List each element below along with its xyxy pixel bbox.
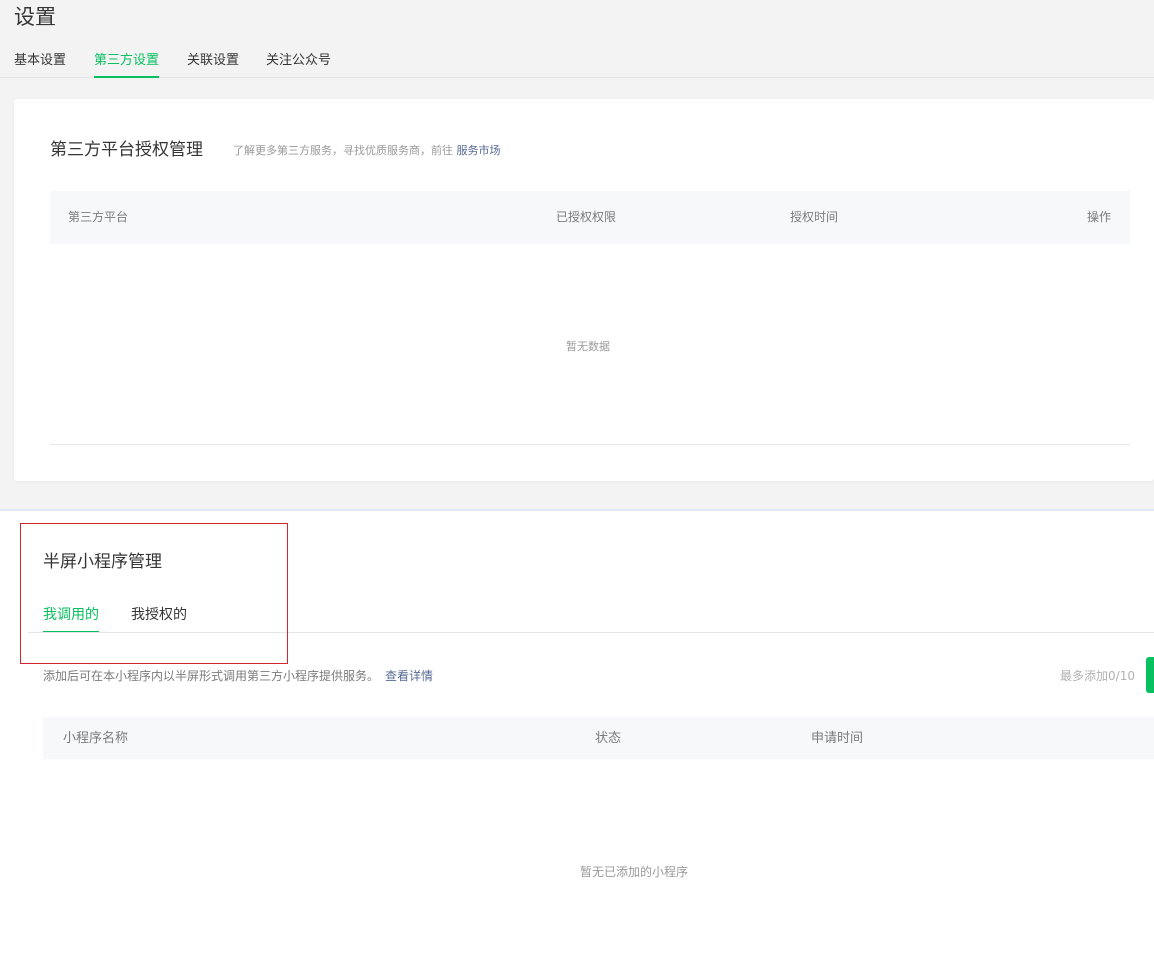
half-screen-tip-text: 添加后可在本小程序内以半屏形式调用第三方小程序提供服务。 <box>43 669 380 683</box>
tab-basic-settings[interactable]: 基本设置 <box>14 52 66 70</box>
half-screen-section-title: 半屏小程序管理 <box>43 552 162 572</box>
column-header-permissions: 已授权权限 <box>556 210 617 224</box>
tab-my-authorizations[interactable]: 我授权的 <box>131 606 187 624</box>
third-party-table-header: 第三方平台 已授权权限 授权时间 操作 <box>50 191 1130 244</box>
column-header-status: 状态 <box>595 731 622 746</box>
column-header-auth-time: 授权时间 <box>790 210 839 224</box>
half-screen-tip: 添加后可在本小程序内以半屏形式调用第三方小程序提供服务。 查看详情 <box>43 668 433 684</box>
tab-third-party-settings[interactable]: 第三方设置 <box>94 52 160 78</box>
tab-association-settings[interactable]: 关联设置 <box>187 52 239 70</box>
page-title: 设置 <box>14 5 56 29</box>
tab-my-calls[interactable]: 我调用的 <box>43 606 99 633</box>
third-party-section-title: 第三方平台授权管理 <box>50 140 203 160</box>
add-miniprogram-button[interactable] <box>1146 657 1154 693</box>
third-party-tip-text: 了解更多第三方服务，寻找优质服务商，前往 <box>233 144 453 157</box>
table-divider <box>50 444 1130 445</box>
service-market-link[interactable]: 服务市场 <box>457 144 501 157</box>
third-party-empty-state: 暂无数据 <box>566 340 610 353</box>
column-header-actions: 操作 <box>1087 210 1112 224</box>
top-tabs: 基本设置 第三方设置 关联设置 关注公众号 <box>0 50 1154 78</box>
half-screen-miniprogram-card: 半屏小程序管理 我调用的 我授权的 添加后可在本小程序内以半屏形式调用第三方小程… <box>0 509 1154 956</box>
third-party-authorization-card: 第三方平台授权管理 了解更多第三方服务，寻找优质服务商，前往 服务市场 第三方平… <box>14 99 1154 481</box>
tab-follow-official-account[interactable]: 关注公众号 <box>266 52 331 70</box>
column-header-miniprogram-name: 小程序名称 <box>63 731 129 746</box>
view-details-link[interactable]: 查看详情 <box>385 669 433 683</box>
column-header-platform: 第三方平台 <box>68 210 129 224</box>
miniprogram-table-header: 小程序名称 状态 申请时间 <box>43 717 1154 759</box>
miniprogram-empty-state: 暂无已添加的小程序 <box>580 865 689 879</box>
add-limit-counter: 最多添加0/10 <box>1060 669 1135 683</box>
third-party-tip: 了解更多第三方服务，寻找优质服务商，前往 服务市场 <box>233 144 501 158</box>
column-header-apply-time: 申请时间 <box>811 731 864 746</box>
subtabs-divider <box>28 632 1154 633</box>
